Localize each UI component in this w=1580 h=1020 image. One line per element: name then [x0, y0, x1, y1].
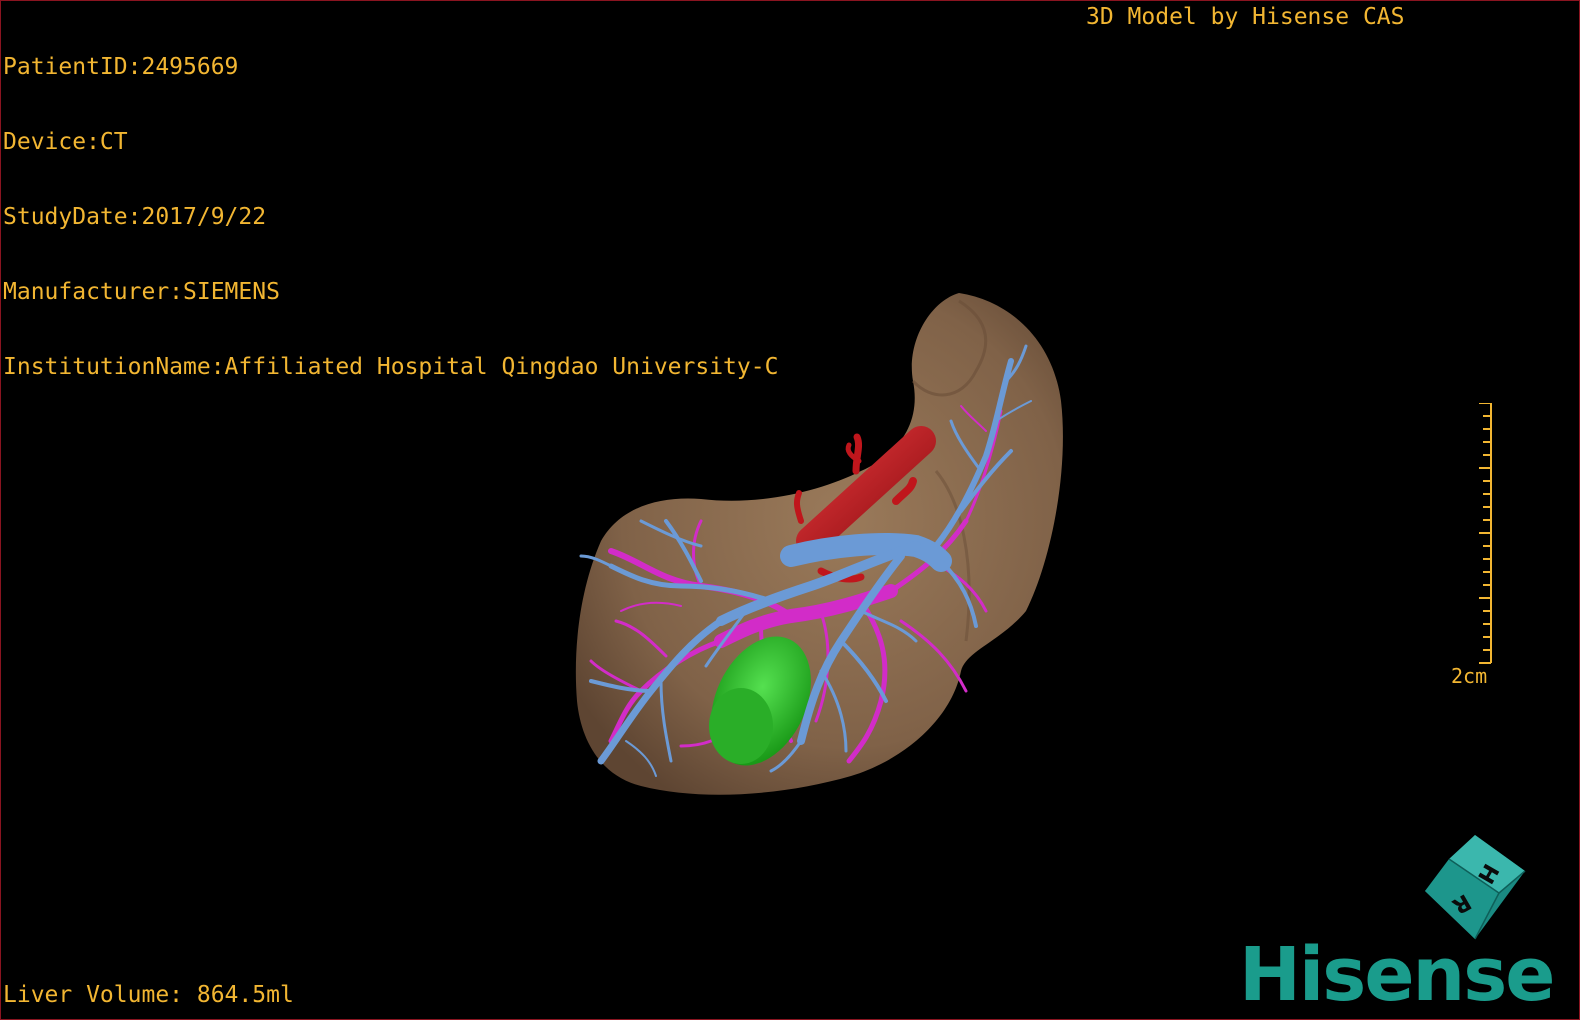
scale-bar-label: 2cm [1451, 664, 1488, 688]
liver-volume-label: Liver Volume: 864.5ml [3, 982, 294, 1008]
device-label: Device:CT [3, 129, 128, 155]
manufacturer-label: Manufacturer:SIEMENS [3, 279, 280, 305]
dicom-info-overlay: PatientID:2495669 Device:CT StudyDate:20… [3, 5, 778, 430]
scale-bar [1479, 403, 1492, 664]
model-credit-label: 3D Model by Hisense CAS [1086, 4, 1405, 30]
hisense-logo: Hisense [1239, 932, 1555, 1018]
patient-id-label: PatientID:2495669 [3, 54, 239, 80]
institution-label: InstitutionName:Affiliated Hospital Qing… [3, 354, 779, 380]
orientation-cube-icon[interactable]: H R [1419, 831, 1531, 943]
3d-viewport[interactable]: PatientID:2495669 Device:CT StudyDate:20… [0, 0, 1580, 1020]
study-date-label: StudyDate:2017/9/22 [3, 204, 267, 230]
